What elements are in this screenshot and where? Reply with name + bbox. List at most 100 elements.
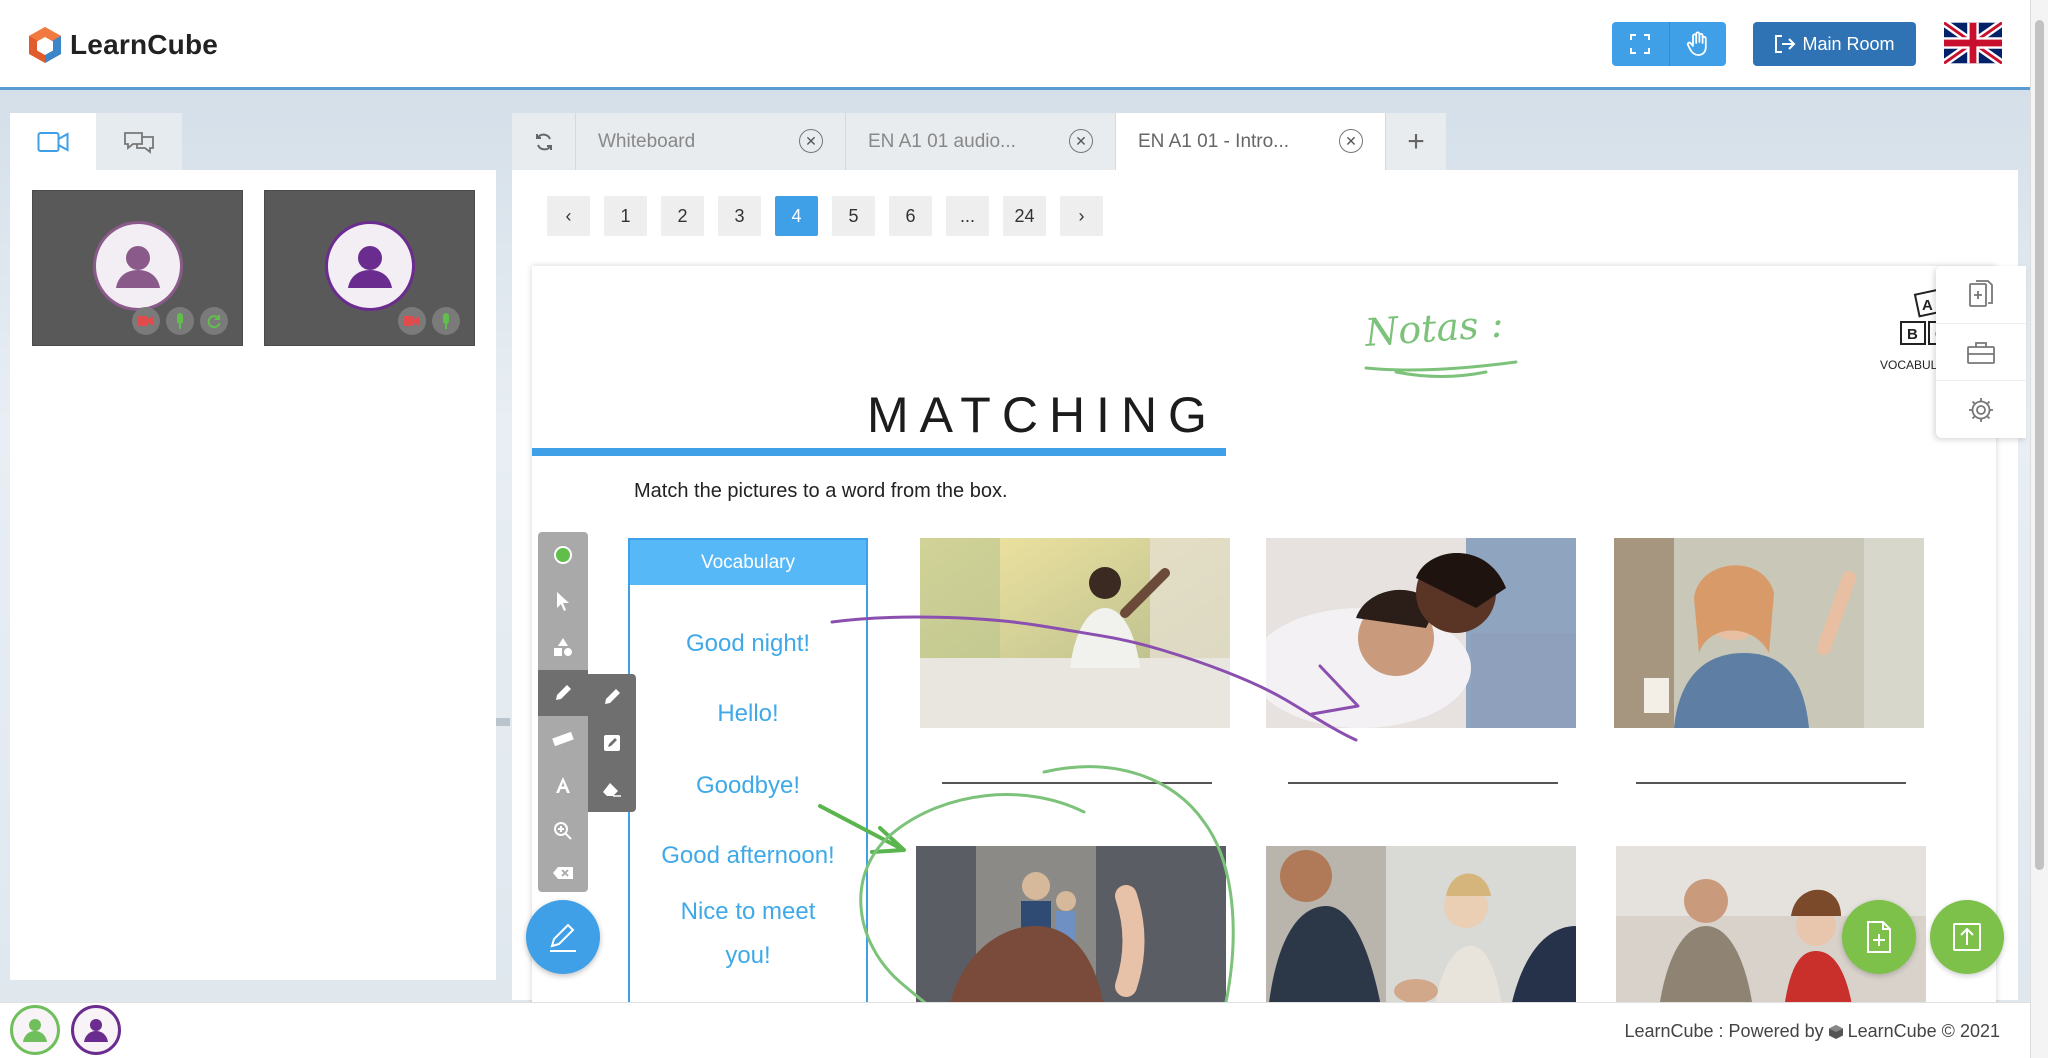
next-page-button[interactable]: › xyxy=(1060,196,1103,236)
page-ellipsis-button[interactable]: ... xyxy=(946,196,989,236)
add-document-button[interactable] xyxy=(1936,266,2026,324)
main-room-button[interactable]: Main Room xyxy=(1753,22,1916,66)
slide-instruction: Match the pictures to a word from the bo… xyxy=(634,480,1008,502)
answer-line[interactable] xyxy=(1288,782,1558,784)
zoom-tool[interactable] xyxy=(538,808,588,854)
page-button[interactable]: 24 xyxy=(1003,196,1046,236)
camera-off-button[interactable] xyxy=(132,307,160,335)
vocab-word: Nice to meet xyxy=(680,898,816,925)
cube-icon xyxy=(1828,1024,1843,1039)
mic-icon xyxy=(443,313,449,329)
color-picker-tool[interactable] xyxy=(538,532,588,578)
left-panel-tabs xyxy=(10,113,182,170)
page-button[interactable]: 6 xyxy=(889,196,932,236)
page-scrollbar[interactable] xyxy=(2030,0,2048,1058)
clear-icon xyxy=(553,867,573,879)
pencil-tool[interactable] xyxy=(538,670,588,716)
pointer-icon xyxy=(557,592,569,611)
select-tool[interactable] xyxy=(538,578,588,624)
refresh-icon xyxy=(535,133,552,150)
shapes-tool[interactable] xyxy=(538,624,588,670)
tab-intro[interactable]: EN A1 01 - Intro... ✕ xyxy=(1116,113,1386,170)
tab-audio[interactable]: EN A1 01 audio... ✕ xyxy=(846,113,1116,170)
page-button[interactable]: 3 xyxy=(718,196,761,236)
answer-line[interactable] xyxy=(942,782,1212,784)
eraser-option[interactable] xyxy=(588,766,636,812)
draw-mode-button[interactable] xyxy=(526,900,600,974)
video-camera-icon xyxy=(37,131,69,152)
pen-option[interactable] xyxy=(588,674,636,720)
close-icon[interactable]: ✕ xyxy=(1069,129,1093,153)
toolbox-icon xyxy=(1967,342,1995,364)
footer-avatar-1[interactable] xyxy=(10,1005,60,1055)
add-tab-button[interactable]: + xyxy=(1386,113,1446,170)
vocabulary-header: Vocabulary xyxy=(630,540,866,585)
vocab-word: Good afternoon! xyxy=(661,842,835,869)
highlighter-option[interactable] xyxy=(588,720,636,766)
refresh-button[interactable] xyxy=(200,307,228,335)
header-action-group xyxy=(1612,22,1726,66)
answer-line[interactable] xyxy=(1636,782,1906,784)
participant-video-2[interactable] xyxy=(264,190,475,346)
ruler-tool[interactable] xyxy=(538,716,588,762)
refresh-icon xyxy=(207,315,221,329)
vocab-word: you! xyxy=(725,942,771,969)
pagination: ‹ 1 2 3 4 5 6 ... 24 › xyxy=(547,196,1103,236)
tab-video[interactable] xyxy=(10,113,96,170)
color-dot-icon xyxy=(554,546,572,564)
user-icon xyxy=(116,246,160,288)
close-icon[interactable]: ✕ xyxy=(1339,129,1363,153)
add-page-icon xyxy=(1969,280,1993,308)
footer-credit: LearnCube : Powered by LearnCube © 2021 xyxy=(1624,1021,2000,1042)
pencil-icon xyxy=(605,689,620,704)
participant-controls xyxy=(132,307,228,335)
raise-hand-button[interactable] xyxy=(1669,22,1726,66)
add-file-icon xyxy=(1867,921,1891,953)
photo-morning-stretch xyxy=(920,538,1230,728)
tab-label: EN A1 01 - Intro... xyxy=(1138,130,1290,152)
camera-off-icon xyxy=(138,316,154,326)
mic-button[interactable] xyxy=(432,307,460,335)
participant-controls xyxy=(398,307,460,335)
camera-off-icon xyxy=(404,316,420,326)
panel-resize-handle[interactable] xyxy=(496,718,510,726)
page-button-current[interactable]: 4 xyxy=(775,196,818,236)
page-button[interactable]: 1 xyxy=(604,196,647,236)
pencil-submenu xyxy=(588,674,636,812)
toolbox-button[interactable] xyxy=(1936,324,2026,382)
text-icon xyxy=(556,777,570,793)
upload-button[interactable] xyxy=(1930,900,2004,974)
highlighter-icon xyxy=(604,735,620,751)
chat-bubbles-icon xyxy=(124,131,154,154)
abc-letter: A xyxy=(1922,297,1933,314)
abc-letter: B xyxy=(1907,326,1918,343)
scrollbar-thumb[interactable] xyxy=(2035,20,2044,870)
tab-chat[interactable] xyxy=(96,113,182,170)
hand-icon xyxy=(1686,31,1707,56)
clear-tool[interactable] xyxy=(538,850,588,896)
mic-button[interactable] xyxy=(166,307,194,335)
refresh-button[interactable] xyxy=(512,113,576,170)
settings-button[interactable] xyxy=(1936,381,2026,438)
camera-off-button[interactable] xyxy=(398,307,426,335)
close-icon[interactable]: ✕ xyxy=(799,129,823,153)
side-float-menu xyxy=(1936,266,2026,438)
fullscreen-icon xyxy=(1630,34,1651,54)
prev-page-button[interactable]: ‹ xyxy=(547,196,590,236)
photo-mother-kiss xyxy=(1266,538,1576,728)
participant-video-1[interactable] xyxy=(32,190,243,346)
tab-whiteboard[interactable]: Whiteboard ✕ xyxy=(576,113,846,170)
page-button[interactable]: 2 xyxy=(661,196,704,236)
page-button[interactable]: 5 xyxy=(832,196,875,236)
user-icon xyxy=(84,1019,108,1042)
ruler-icon xyxy=(552,732,574,746)
text-tool[interactable] xyxy=(538,762,588,808)
learncube-logo[interactable]: LearnCube xyxy=(26,24,218,66)
lesson-slide[interactable]: MATCHING Match the pictures to a word fr… xyxy=(532,266,1996,1006)
zoom-icon xyxy=(554,822,572,840)
fullscreen-button[interactable] xyxy=(1612,22,1670,66)
uk-flag-icon[interactable] xyxy=(1944,22,2002,64)
upload-icon xyxy=(1953,923,1981,951)
footer-avatar-2[interactable] xyxy=(71,1005,121,1055)
add-file-button[interactable] xyxy=(1842,900,1916,974)
